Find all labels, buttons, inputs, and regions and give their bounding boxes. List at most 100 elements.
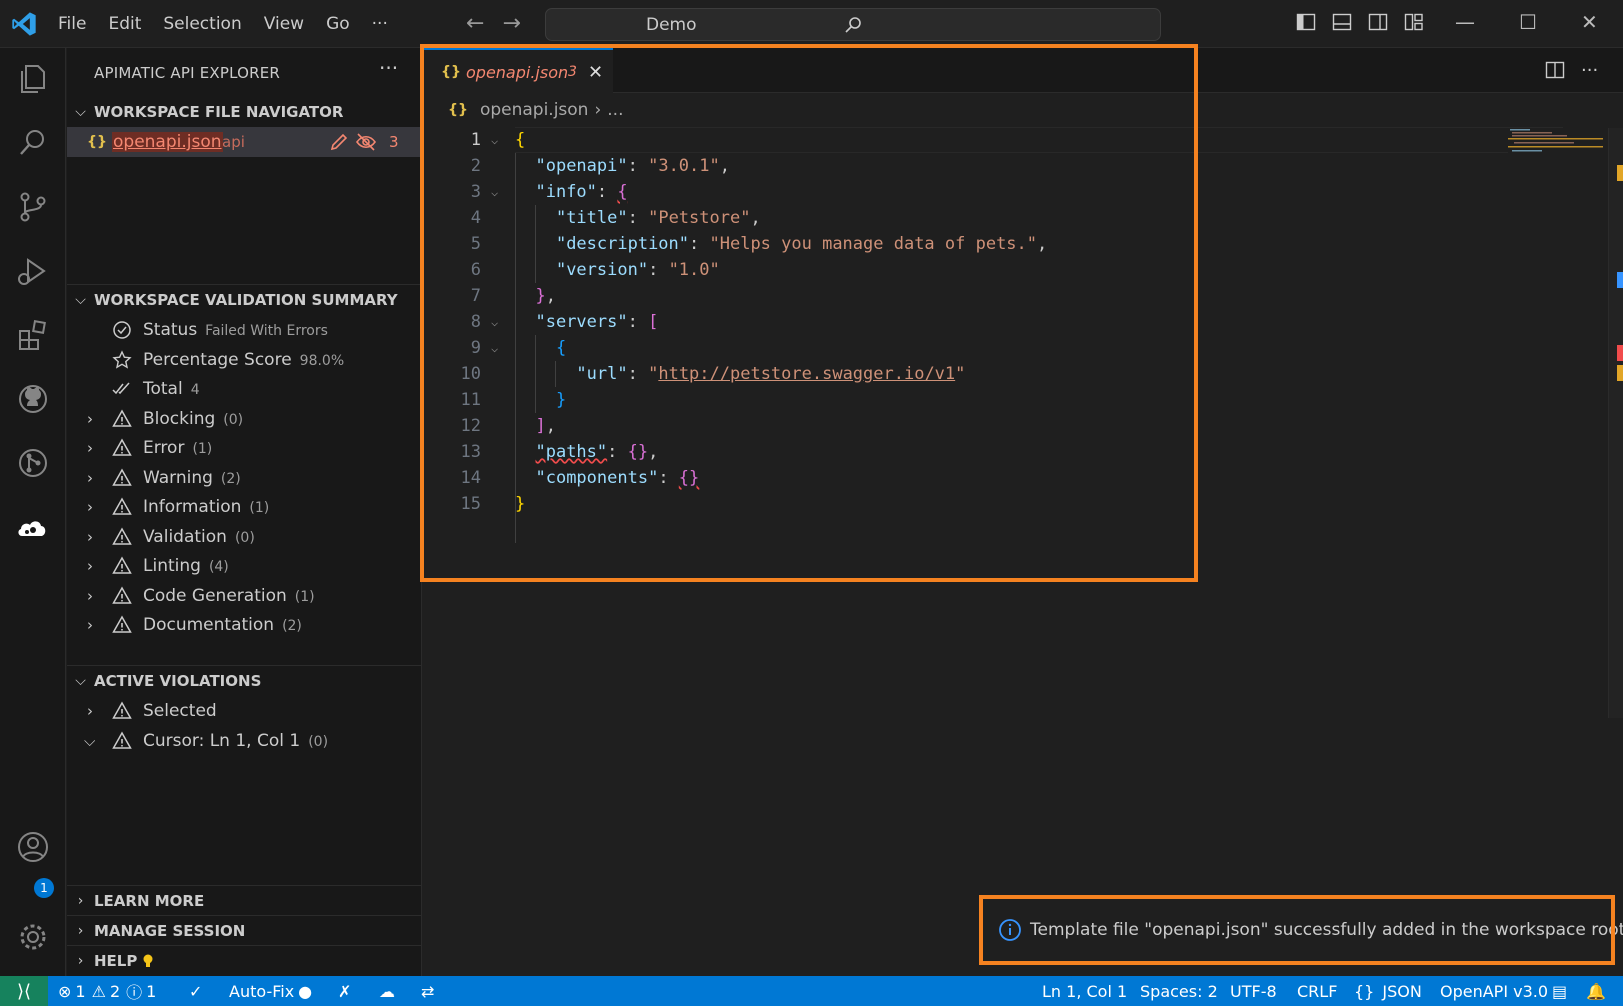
encoding[interactable]: UTF-8 <box>1230 976 1277 1006</box>
violation-selected[interactable]: › Selected <box>67 696 422 726</box>
close-window-icon[interactable]: ✕ <box>1581 10 1598 34</box>
scrollbar-info-marker <box>1617 272 1623 288</box>
hide-eye-icon[interactable] <box>355 132 377 152</box>
category-code-generation[interactable]: › Code Generation (1) <box>67 581 422 611</box>
source-control-icon[interactable] <box>14 188 52 226</box>
split-editor-icon[interactable] <box>1545 60 1565 80</box>
menu-selection[interactable]: Selection <box>163 14 241 34</box>
menu-edit[interactable]: Edit <box>108 14 141 34</box>
editor-scrollbar[interactable] <box>1608 128 1623 718</box>
summary-status[interactable]: Status Failed With Errors <box>67 315 422 345</box>
category-warning[interactable]: › Warning (2) <box>67 463 422 493</box>
file-folder: api <box>222 133 245 151</box>
customize-layout-icon[interactable] <box>1404 12 1424 32</box>
language-mode[interactable]: {} JSON <box>1354 976 1422 1006</box>
sidebar-more-actions-icon[interactable]: ··· <box>379 56 398 80</box>
file-name: openapi.json <box>112 132 223 152</box>
category-label: Warning (2) <box>143 468 241 488</box>
summary-total[interactable]: Total 4 <box>67 374 422 404</box>
accounts-icon[interactable] <box>14 828 52 866</box>
warning-icon <box>112 701 132 719</box>
summary-label: Total 4 <box>143 379 200 399</box>
chevron-right-icon: › <box>87 469 93 487</box>
cursor-position[interactable]: Ln 1, Col 1 <box>1042 976 1127 1006</box>
category-information[interactable]: › Information (1) <box>67 492 422 522</box>
github-icon[interactable] <box>14 380 52 418</box>
maximize-icon[interactable]: ☐ <box>1519 10 1537 34</box>
double-check-icon <box>112 382 130 395</box>
category-linting[interactable]: › Linting (4) <box>67 551 422 581</box>
json-file-icon: {} <box>87 134 107 150</box>
window-controls: — ☐ ✕ <box>1455 10 1623 34</box>
category-documentation[interactable]: › Documentation (2) <box>67 610 422 640</box>
warning-icon <box>112 527 132 545</box>
category-label: Validation (0) <box>143 527 255 547</box>
git-graph-icon[interactable] <box>14 444 52 482</box>
toggle-secondary-sidebar-icon[interactable] <box>1368 12 1388 32</box>
category-validation[interactable]: › Validation (0) <box>67 522 422 552</box>
menu-go[interactable]: Go <box>326 14 350 34</box>
file-item-openapi[interactable]: {} openapi.json api 3 <box>67 127 422 157</box>
search-text: Demo <box>646 14 697 35</box>
warning-icon <box>112 556 132 574</box>
accounts-badge: 1 <box>34 878 54 898</box>
chevron-down-icon: ⌵ <box>75 292 86 308</box>
forward-arrow-icon[interactable]: → <box>502 12 520 36</box>
autofix-button[interactable]: Auto-Fix ● <box>229 976 312 1006</box>
search-view-icon[interactable] <box>14 124 52 162</box>
cloud-upload-icon[interactable]: ☁ <box>379 976 395 1006</box>
edit-pencil-icon[interactable] <box>329 132 349 152</box>
run-debug-icon[interactable] <box>14 252 52 290</box>
section-help[interactable]: › HELP <box>67 947 422 975</box>
extensions-icon[interactable] <box>14 316 52 354</box>
warning-icon <box>112 438 132 456</box>
problems-indicator[interactable]: ⊗ 1 ⚠ 2 ⓘ 1 <box>58 976 156 1006</box>
scrollbar-error-marker <box>1617 345 1623 361</box>
section-divider <box>67 284 422 285</box>
minimap[interactable] <box>1508 128 1603 158</box>
chevron-down-icon: ⌵ <box>84 732 96 750</box>
menu-file[interactable]: File <box>58 14 86 34</box>
section-title: WORKSPACE VALIDATION SUMMARY <box>94 291 398 309</box>
summary-label: Status Failed With Errors <box>143 320 328 340</box>
chevron-right-icon: › <box>87 410 93 428</box>
sync-arrows-icon[interactable]: ⇄ <box>421 976 434 1006</box>
section-file-navigator[interactable]: ⌵ WORKSPACE FILE NAVIGATOR <box>67 98 422 126</box>
editor-more-actions-icon[interactable]: ··· <box>1581 60 1598 81</box>
remote-indicator-icon[interactable]: ⟩⟨ <box>0 976 48 1006</box>
category-error[interactable]: › Error (1) <box>67 433 422 463</box>
chevron-right-icon: › <box>77 893 84 909</box>
notifications-bell-icon[interactable]: 🔔 <box>1586 976 1606 1006</box>
violation-cursor[interactable]: ⌵ Cursor: Ln 1, Col 1 (0) <box>67 726 422 756</box>
category-label: Blocking (0) <box>143 409 244 429</box>
toggle-primary-sidebar-icon[interactable] <box>1296 12 1316 32</box>
summary-score[interactable]: Percentage Score 98.0% <box>67 345 422 375</box>
section-manage-session[interactable]: › MANAGE SESSION <box>67 917 422 945</box>
minimize-icon[interactable]: — <box>1455 10 1475 34</box>
category-blocking[interactable]: › Blocking (0) <box>67 404 422 434</box>
line-ending[interactable]: CRLF <box>1297 976 1337 1006</box>
openapi-version[interactable]: OpenAPI v3.0 ▤ <box>1440 976 1567 1006</box>
menu-view[interactable]: View <box>264 14 304 34</box>
notification-highlight-box <box>979 895 1615 965</box>
command-center-search[interactable]: Demo <box>545 8 1161 41</box>
chevron-right-icon: › <box>87 587 93 605</box>
section-title: HELP <box>94 952 138 970</box>
menu-more[interactable]: ··· <box>372 14 388 34</box>
info-icon: ⓘ <box>126 983 143 1002</box>
apimatic-cloud-icon[interactable] <box>14 508 52 546</box>
manage-gear-icon[interactable] <box>14 918 52 956</box>
status-bar: ⟩⟨ ⊗ 1 ⚠ 2 ⓘ 1 ✓ Auto-Fix ● ✗ ☁ ⇄ Ln 1, … <box>0 976 1623 1006</box>
section-title: LEARN MORE <box>94 892 205 910</box>
section-learn-more[interactable]: › LEARN MORE <box>67 887 422 915</box>
indentation[interactable]: Spaces: 2 <box>1140 976 1218 1006</box>
section-validation-summary[interactable]: ⌵ WORKSPACE VALIDATION SUMMARY <box>67 286 422 314</box>
section-active-violations[interactable]: ⌵ ACTIVE VIOLATIONS <box>67 667 422 695</box>
toggle-panel-icon[interactable] <box>1332 12 1352 32</box>
tools-icon[interactable]: ✗ <box>338 976 351 1006</box>
warning-icon <box>112 468 132 486</box>
validation-check-icon[interactable]: ✓ <box>189 976 202 1006</box>
back-arrow-icon[interactable]: ← <box>466 12 484 36</box>
explorer-icon[interactable] <box>14 60 52 98</box>
vscode-logo-icon <box>12 12 36 36</box>
